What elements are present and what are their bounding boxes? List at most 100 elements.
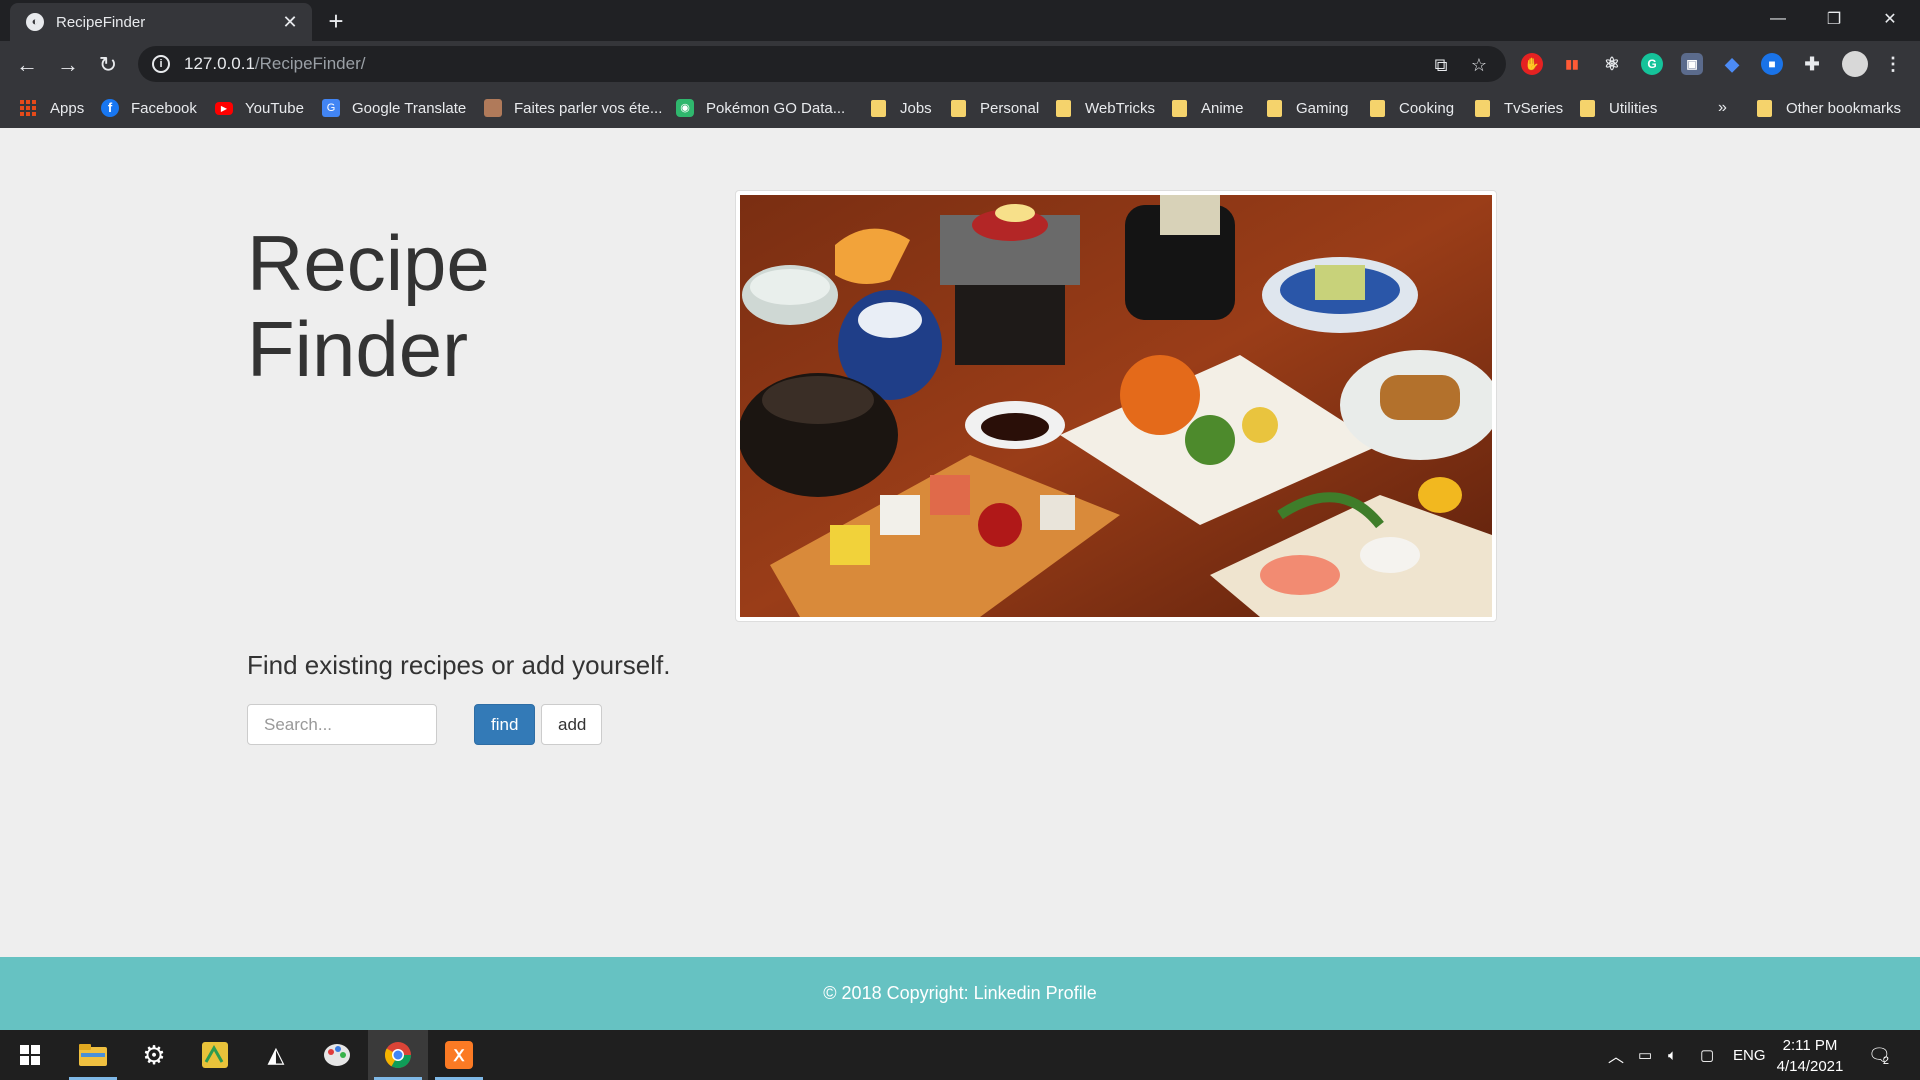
page-favicon-icon (484, 99, 502, 117)
bookmark-utilities[interactable]: Utilities (1580, 96, 1657, 120)
new-tab-button[interactable]: + (322, 8, 350, 36)
settings-gear-icon[interactable]: ⚙ (124, 1030, 184, 1080)
url-host: 127.0.0.1 (184, 54, 255, 73)
url-text[interactable]: 127.0.0.1/RecipeFinder/ (184, 54, 365, 74)
bookmark-label: Personal (980, 99, 1040, 117)
chrome-icon[interactable] (368, 1030, 428, 1080)
bookmark-label: Gaming (1296, 99, 1349, 117)
minimize-button[interactable]: — (1750, 0, 1806, 38)
bookmarks-overflow-button[interactable]: » (1718, 96, 1727, 120)
page-title: Recipe Finder (247, 220, 490, 392)
folder-icon (1267, 99, 1282, 117)
volume-icon[interactable]: 🔈︎ (1668, 1030, 1677, 1080)
bookmark-label: Jobs (900, 99, 932, 117)
extensions-puzzle-icon[interactable]: ✚ (1801, 53, 1823, 75)
restore-button[interactable]: ❐ (1806, 0, 1862, 38)
folder-icon (871, 99, 886, 117)
bookmarks-bar: Apps f Facebook ▶ YouTube G Google Trans… (0, 88, 1920, 128)
bookmark-webtricks[interactable]: WebTricks (1056, 96, 1155, 120)
bookmark-gaming[interactable]: Gaming (1267, 96, 1349, 120)
bookmark-label: Utilities (1609, 99, 1658, 117)
bookmark-youtube[interactable]: ▶ YouTube (215, 96, 304, 120)
bookmark-label: YouTube (245, 99, 304, 117)
menu-kebab-icon[interactable]: ⋮ (1882, 53, 1904, 75)
site-info-icon[interactable]: i (152, 55, 170, 73)
react-devtools-icon[interactable]: ⚛ (1601, 53, 1623, 75)
youtube-icon: ▶ (215, 101, 233, 115)
svg-text:ꓫ: ꓫ (453, 1048, 466, 1065)
translate-icon[interactable]: ⧉ (1430, 54, 1452, 76)
language-indicator[interactable]: ENG (1733, 1030, 1766, 1080)
bookmark-label: WebTricks (1085, 99, 1156, 117)
back-button[interactable]: ← (12, 50, 42, 80)
google-translate-icon: G (322, 99, 340, 117)
extension-bars-icon[interactable]: ▮▮ (1561, 53, 1583, 75)
bookmark-label: Apps (50, 99, 85, 117)
bookmark-faites-parler[interactable]: Faites parler vos éte... (484, 96, 662, 120)
folder-icon (1475, 99, 1490, 117)
title-line-2: Finder (247, 305, 469, 393)
bookmark-label: Facebook (131, 99, 197, 117)
profile-avatar[interactable] (1842, 51, 1868, 77)
folder-icon (1580, 99, 1595, 117)
forward-button[interactable]: → (53, 50, 83, 80)
bookmark-label: Faites parler vos éte... (514, 99, 663, 117)
bookmark-label: Pokémon GO Data... (706, 99, 846, 117)
bookmark-jobs[interactable]: Jobs (871, 96, 932, 120)
hero-image-frame (735, 190, 1497, 622)
xampp-icon[interactable]: ꓫ (429, 1030, 489, 1080)
folder-icon (1172, 99, 1187, 117)
battery-icon[interactable]: ▭ (1638, 1030, 1652, 1080)
add-button[interactable]: add (541, 704, 602, 745)
facebook-icon: f (101, 99, 119, 117)
close-window-button[interactable]: ✕ (1862, 0, 1918, 38)
extension-screen-icon[interactable]: ▣ (1681, 53, 1703, 75)
bookmark-facebook[interactable]: f Facebook (101, 96, 197, 120)
bookmark-personal[interactable]: Personal (951, 96, 1039, 120)
bookmark-cooking[interactable]: Cooking (1370, 96, 1454, 120)
bookmark-other-bookmarks[interactable]: Other bookmarks (1757, 96, 1901, 120)
tab-recipefinder[interactable]: ◐ RecipeFinder ✕ (10, 3, 312, 41)
page-content: Recipe Finder Find existing recipes or a… (0, 128, 1920, 957)
sticky-app-icon[interactable] (185, 1030, 245, 1080)
lead-text: Find existing recipes or add yourself. (247, 650, 671, 680)
system-clock[interactable]: 2:11 PM 4/14/2021 (1770, 1035, 1850, 1077)
extension-red-icon[interactable]: ✋ (1521, 53, 1543, 75)
bookmark-label: Other bookmarks (1786, 99, 1902, 117)
extension-blue-icon[interactable]: ■ (1761, 53, 1783, 75)
windows-start-icon[interactable] (0, 1030, 60, 1080)
bookmark-label: Cooking (1399, 99, 1455, 117)
bookmark-apps[interactable]: Apps (20, 96, 84, 120)
paint-app-icon[interactable] (307, 1030, 367, 1080)
grammarly-icon[interactable]: G (1641, 53, 1663, 75)
bookmark-star-icon[interactable]: ☆ (1468, 54, 1490, 76)
notification-count: 2 (1882, 1055, 1889, 1067)
title-line-1: Recipe (247, 219, 490, 307)
folder-icon (1757, 99, 1772, 117)
footer-copyright-link[interactable]: © 2018 Copyright: Linkedin Profile (823, 983, 1096, 1004)
unity-icon[interactable]: ◭ (246, 1030, 306, 1080)
find-button[interactable]: find (474, 704, 535, 745)
reload-button[interactable]: ↻ (93, 50, 123, 80)
file-explorer-icon[interactable] (63, 1030, 123, 1080)
footer: © 2018 Copyright: Linkedin Profile (0, 957, 1920, 1030)
address-bar[interactable]: i 127.0.0.1/RecipeFinder/ ⧉ ☆ (138, 46, 1506, 82)
search-input[interactable] (247, 704, 437, 745)
bookmark-label: TvSeries (1504, 99, 1564, 117)
notifications-icon[interactable]: 🗨︎ 2 (1868, 1030, 1891, 1080)
show-hidden-icons[interactable]: ︿ (1608, 1030, 1624, 1080)
extension-diamond-icon[interactable]: ◆ (1721, 53, 1743, 75)
bookmark-pokemon-go[interactable]: ◉ Pokémon GO Data... (676, 96, 845, 120)
folder-icon (1370, 99, 1385, 117)
url-path: /RecipeFinder/ (254, 54, 366, 73)
tab-strip: ◐ RecipeFinder ✕ + — ❐ ✕ (0, 0, 1920, 41)
bookmark-google-translate[interactable]: G Google Translate (322, 96, 466, 120)
bookmark-tvseries[interactable]: TvSeries (1475, 96, 1563, 120)
folder-icon (951, 99, 966, 117)
bookmark-anime[interactable]: Anime (1172, 96, 1244, 120)
network-icon[interactable]: ▢ (1700, 1030, 1714, 1080)
close-tab-icon[interactable]: ✕ (280, 12, 300, 33)
japanese-food-illustration (740, 195, 1492, 617)
browser-toolbar: ← → ↻ i 127.0.0.1/RecipeFinder/ ⧉ ☆ ✋ ▮▮… (0, 41, 1920, 88)
globe-icon: ◐ (26, 13, 44, 31)
